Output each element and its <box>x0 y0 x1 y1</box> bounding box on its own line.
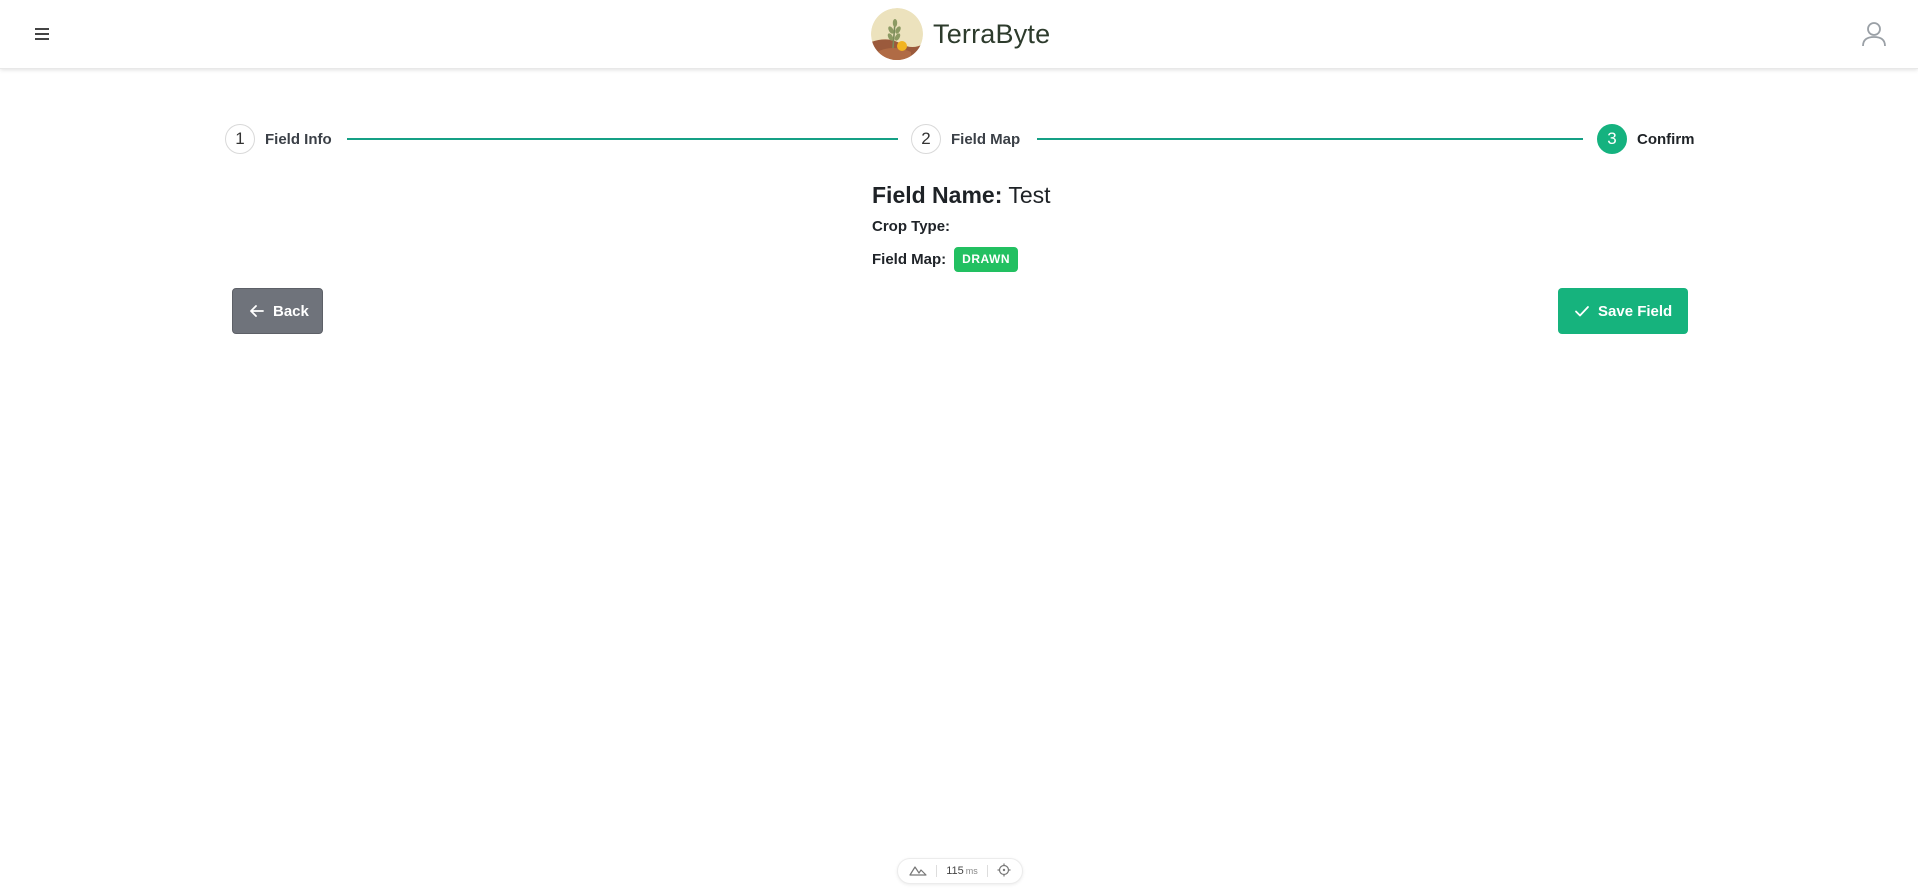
field-name-label: Field Name: <box>872 182 1003 208</box>
field-summary: Field Name: Test Crop Type: Field Map: D… <box>872 180 1051 272</box>
crop-type-row: Crop Type: <box>872 218 1051 236</box>
step-confirm[interactable]: 3 Confirm <box>1597 123 1695 155</box>
step-number: 3 <box>1597 124 1627 154</box>
step-number: 2 <box>911 124 941 154</box>
latency-readout: 115 ms <box>946 865 978 877</box>
step-label: Confirm <box>1637 130 1695 148</box>
step-field-info[interactable]: 1 Field Info <box>225 123 332 155</box>
field-name-value: Test <box>1008 182 1051 208</box>
save-field-button[interactable]: Save Field <box>1558 288 1688 334</box>
step-label: Field Info <box>265 130 332 148</box>
field-map-label: Field Map: <box>872 250 947 268</box>
arrow-left-icon <box>250 305 264 317</box>
crosshair-icon[interactable] <box>997 863 1011 880</box>
save-field-button-label: Save Field <box>1598 302 1673 320</box>
step-field-map[interactable]: 2 Field Map <box>911 123 1020 155</box>
back-button-label: Back <box>273 302 309 320</box>
divider <box>987 865 989 877</box>
latency-value: 115 <box>946 865 964 877</box>
hamburger-menu-icon[interactable] <box>30 23 54 45</box>
check-icon <box>1575 306 1589 317</box>
step-connector-2 <box>1037 138 1583 140</box>
mountain-icon[interactable] <box>909 864 927 879</box>
wizard-stepper: 1 Field Info 2 Field Map 3 Confirm <box>225 123 1695 155</box>
brand[interactable]: TerraByte <box>871 8 1050 60</box>
field-map-row: Field Map: DRAWN <box>872 246 1051 272</box>
crop-type-label: Crop Type: <box>872 218 951 235</box>
terrabyte-logo-icon <box>871 8 923 60</box>
user-icon[interactable] <box>1860 20 1888 48</box>
step-number: 1 <box>225 124 255 154</box>
back-button[interactable]: Back <box>232 288 323 334</box>
field-map-status-badge: DRAWN <box>954 246 1018 272</box>
field-name-row: Field Name: Test <box>872 180 1051 210</box>
step-label: Field Map <box>951 130 1021 148</box>
top-app-bar: TerraByte <box>0 0 1918 69</box>
dev-toolbar: 115 ms <box>897 858 1023 884</box>
latency-unit: ms <box>965 866 978 876</box>
brand-name: TerraByte <box>933 18 1051 49</box>
step-connector-1 <box>347 138 898 140</box>
divider <box>935 865 937 877</box>
